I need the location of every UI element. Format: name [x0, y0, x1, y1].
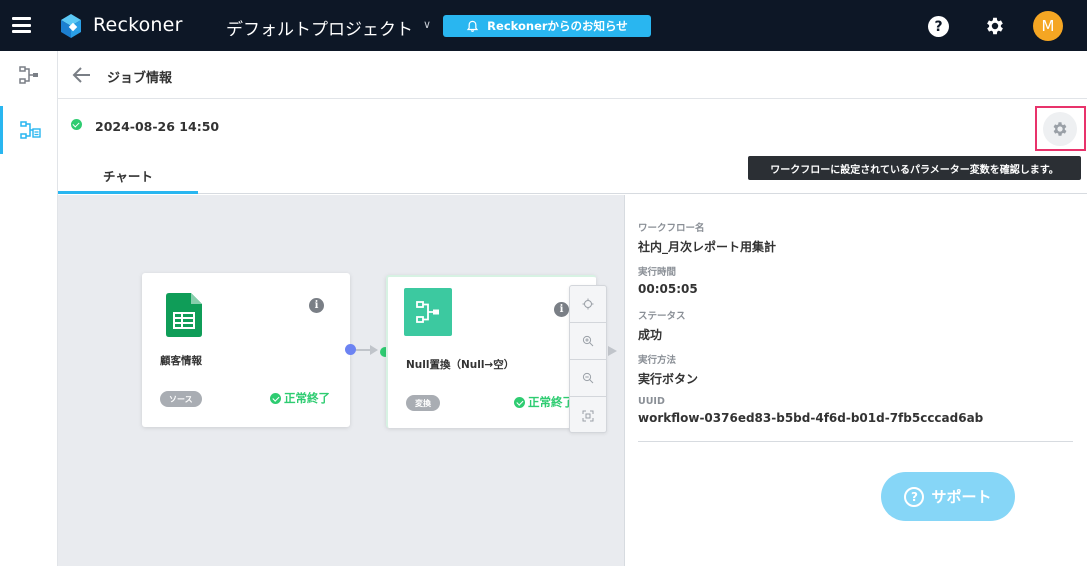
workflow-icon — [18, 66, 38, 84]
zoom-in-button[interactable] — [570, 323, 606, 360]
node-status-text: 正常終了 — [284, 391, 330, 405]
workflow-node-source[interactable]: i 顧客情報 ソース 正常終了 — [142, 273, 350, 427]
detail-workflow-name: ワークフロー名 社内_月次レポート用集計 — [638, 220, 1073, 264]
job-history-icon — [20, 121, 41, 139]
job-details-panel: ワークフロー名 社内_月次レポート用集計 実行時間 00:05:05 ステータス… — [638, 220, 1073, 440]
help-icon[interactable]: ? — [928, 16, 949, 37]
connector-arrow-icon — [608, 346, 617, 356]
detail-label: ステータス — [638, 311, 686, 322]
detail-label: 実行時間 — [638, 267, 677, 278]
node-label: 顧客情報 — [160, 355, 202, 367]
detail-value: workflow-0376ed83-b5bd-4f6d-b01d-7fb5ccc… — [638, 411, 984, 425]
bell-icon — [467, 20, 479, 32]
output-port[interactable] — [345, 344, 356, 355]
crosshair-icon — [582, 298, 594, 310]
zoom-in-icon — [582, 335, 594, 347]
page-title: ジョブ情報 — [107, 71, 173, 86]
gear-icon — [1053, 122, 1067, 136]
workflow-canvas[interactable]: i 顧客情報 ソース 正常終了 i Null置換（Null→空） 変換 正常終了 — [58, 195, 625, 566]
node-type-badge: ソース — [160, 391, 202, 407]
detail-value: 00:05:05 — [638, 282, 698, 296]
node-status: 正常終了 — [270, 390, 330, 406]
fit-view-button[interactable] — [570, 397, 606, 434]
google-sheets-icon — [166, 293, 202, 337]
support-label: サポート — [931, 488, 992, 506]
top-bar: Reckoner デフォルトプロジェクト ∨ Reckonerからのお知らせ ?… — [0, 0, 1087, 51]
detail-label: ワークフロー名 — [638, 223, 705, 234]
node-type-badge: 変換 — [406, 395, 440, 411]
workflow-node-transform[interactable]: i Null置換（Null→空） 変換 正常終了 — [386, 275, 596, 428]
support-button[interactable]: ? サポート — [881, 472, 1015, 521]
info-icon[interactable]: i — [309, 298, 324, 313]
detail-value: 成功 — [638, 328, 663, 342]
menu-icon[interactable] — [12, 17, 31, 33]
tab-bar: チャート — [58, 160, 1087, 194]
detail-exec-method: 実行方法 実行ボタン — [638, 352, 1073, 396]
sidebar-item-workflow[interactable] — [0, 51, 57, 99]
center-view-button[interactable] — [570, 286, 606, 323]
sidebar-item-job-history[interactable] — [0, 106, 57, 154]
chevron-down-icon[interactable]: ∨ — [423, 18, 431, 31]
question-circle-icon: ? — [904, 486, 925, 507]
reckoner-logo-icon[interactable] — [57, 12, 85, 40]
detail-value: 実行ボタン — [638, 372, 699, 386]
detail-exec-time: 実行時間 00:05:05 — [638, 264, 1073, 308]
detail-status: ステータス 成功 — [638, 308, 1073, 352]
canvas-zoom-controls — [569, 285, 607, 433]
fit-screen-icon — [582, 410, 594, 421]
back-arrow-icon[interactable] — [71, 64, 93, 86]
notice-button[interactable]: Reckonerからのお知らせ — [443, 15, 651, 37]
check-circle-icon — [514, 396, 525, 408]
project-name[interactable]: デフォルトプロジェクト — [226, 15, 413, 40]
node-label: Null置換（Null→空） — [406, 359, 515, 371]
detail-uuid: UUID workflow-0376ed83-b5bd-4f6d-b01d-7f… — [638, 396, 1073, 440]
tab-chart[interactable]: チャート — [58, 160, 198, 194]
run-datetime: 2024-08-26 14:50 — [95, 119, 220, 134]
zoom-out-icon — [582, 372, 594, 384]
job-header: ジョブ情報 — [58, 51, 1087, 99]
detail-label: 実行方法 — [638, 355, 677, 366]
check-circle-icon — [270, 392, 281, 404]
run-status-row: 2024-08-26 14:50 — [58, 99, 1087, 155]
settings-gear-icon[interactable] — [984, 15, 1006, 37]
detail-label: UUID — [638, 396, 665, 407]
transform-icon — [404, 288, 452, 336]
node-status-text: 正常終了 — [528, 395, 574, 409]
notice-label: Reckonerからのお知らせ — [487, 19, 628, 33]
parameter-settings-button[interactable] — [1043, 112, 1077, 146]
info-icon[interactable]: i — [554, 302, 569, 317]
avatar[interactable]: M — [1033, 11, 1063, 41]
connector-arrow-icon — [370, 345, 378, 355]
node-status: 正常終了 — [514, 394, 574, 410]
app-name[interactable]: Reckoner — [93, 14, 183, 36]
detail-value: 社内_月次レポート用集計 — [638, 240, 777, 254]
zoom-out-button[interactable] — [570, 360, 606, 397]
sidebar — [0, 51, 58, 566]
divider — [638, 441, 1073, 442]
success-check-icon — [71, 119, 82, 130]
